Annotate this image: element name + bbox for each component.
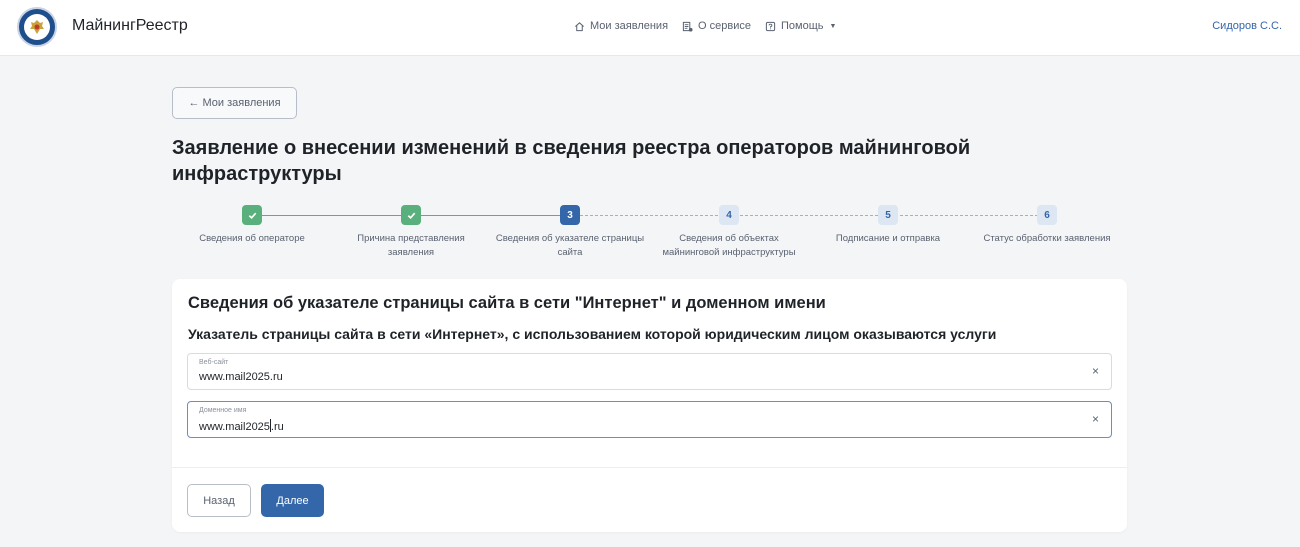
- next-button[interactable]: Далее: [261, 484, 324, 517]
- nav-help-dropdown[interactable]: Помощь ▼: [765, 20, 836, 32]
- step-label: Статус обработки заявления: [983, 233, 1111, 244]
- domain-value-after-cursor: .ru: [270, 421, 284, 433]
- website-field-value[interactable]: www.mail2025.ru: [199, 371, 283, 383]
- nav-about-label: О сервисе: [698, 20, 751, 32]
- section-subtitle: Указатель страницы сайта в сети «Интерне…: [188, 326, 997, 342]
- domain-name-field-value[interactable]: www.mail2025.ru: [199, 419, 284, 433]
- step-number: 5: [878, 205, 898, 225]
- chevron-down-icon: ▼: [829, 22, 837, 30]
- nav-about[interactable]: О сервисе: [682, 20, 751, 32]
- step-label: Причина представления заявления: [357, 233, 465, 258]
- step-1[interactable]: Сведения об операторе: [177, 205, 327, 246]
- website-field-label: Веб-сайт: [199, 359, 229, 366]
- section-title: Сведения об указателе страницы сайта в с…: [188, 294, 826, 312]
- step-6: 6 Статус обработки заявления: [972, 205, 1122, 246]
- step-number: 3: [560, 205, 580, 225]
- domain-name-field-label: Доменное имя: [199, 407, 247, 414]
- form-card: Сведения об указателе страницы сайта в с…: [172, 279, 1127, 532]
- check-icon: [242, 205, 262, 225]
- progress-stepper: Сведения об операторе Причина представле…: [172, 205, 1128, 265]
- check-icon: [401, 205, 421, 225]
- clear-website-icon[interactable]: ×: [1092, 364, 1099, 378]
- page-title: Заявление о внесении изменений в сведени…: [172, 137, 971, 185]
- domain-name-field[interactable]: Доменное имя www.mail2025.ru ×: [187, 401, 1112, 438]
- step-label: Сведения об объектах майнинговой инфраст…: [662, 233, 796, 258]
- back-to-applications-button[interactable]: ← Мои заявления: [172, 87, 297, 119]
- step-3[interactable]: 3 Сведения об указателе страницы сайта: [495, 205, 645, 260]
- step-2[interactable]: Причина представления заявления: [336, 205, 486, 260]
- top-header: МайнингРеестр Мои заявления О сервисе По…: [0, 0, 1300, 56]
- home-icon: [575, 21, 584, 31]
- help-icon: [765, 21, 776, 31]
- back-button[interactable]: Назад: [187, 484, 251, 517]
- nav-my-applications-label: Мои заявления: [590, 20, 669, 32]
- clear-domain-icon[interactable]: ×: [1092, 412, 1099, 426]
- user-menu[interactable]: Сидоров С.С.: [1212, 20, 1282, 32]
- step-label: Сведения об операторе: [199, 233, 305, 244]
- nav-my-applications[interactable]: Мои заявления: [574, 20, 668, 32]
- step-number: 6: [1037, 205, 1057, 225]
- website-field[interactable]: Веб-сайт www.mail2025.ru ×: [187, 353, 1112, 390]
- step-label: Подписание и отправка: [835, 233, 941, 244]
- step-number: 4: [719, 205, 739, 225]
- step-4: 4 Сведения об объектах майнинговой инфра…: [654, 205, 804, 260]
- app-name[interactable]: МайнингРеестр: [72, 17, 188, 35]
- divider: [172, 467, 1127, 468]
- step-label: Сведения об указателе страницы сайта: [495, 233, 645, 258]
- domain-value-before-cursor: www.mail2025: [199, 421, 270, 433]
- emblem-logo-icon[interactable]: [17, 7, 57, 47]
- nav-help-label: Помощь: [781, 20, 824, 32]
- info-doc-icon: [682, 21, 693, 32]
- step-5: 5 Подписание и отправка: [813, 205, 963, 246]
- main-nav: Мои заявления О сервисе Помощь ▼: [574, 20, 836, 32]
